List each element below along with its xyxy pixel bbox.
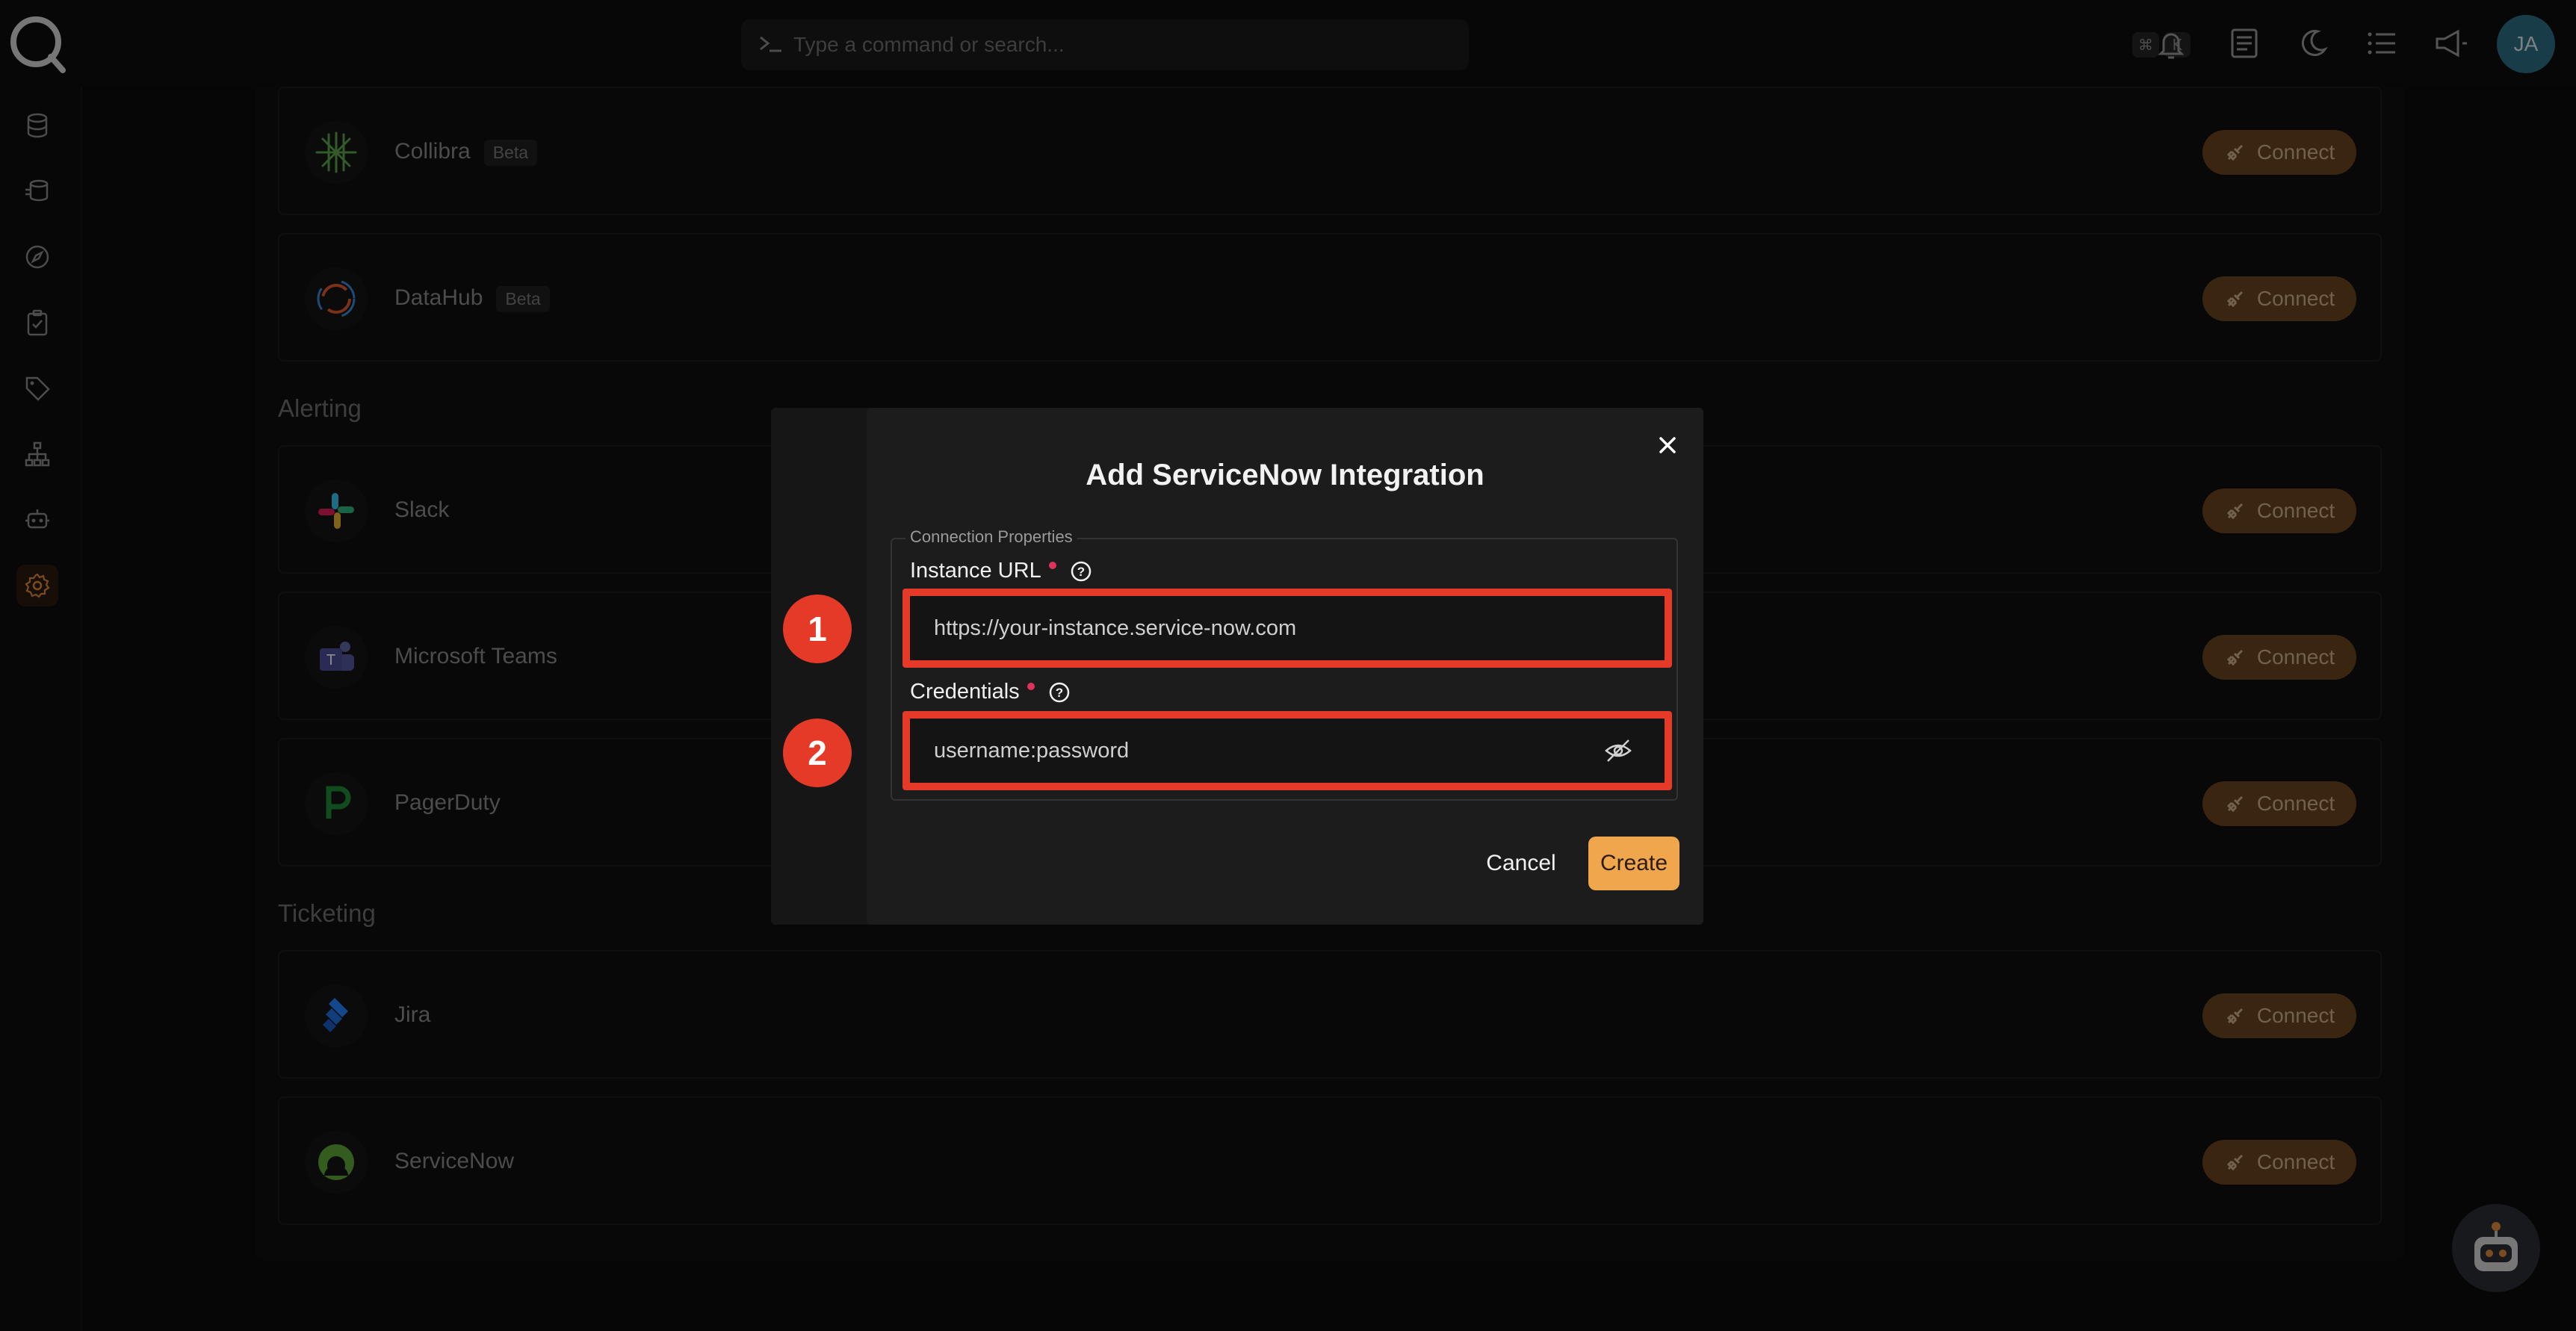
required-indicator	[1027, 683, 1035, 690]
svg-text:?: ?	[1056, 686, 1063, 700]
fieldset-legend: Connection Properties	[905, 527, 1077, 547]
instance-url-placeholder: https://your-instance.service-now.com	[934, 616, 1297, 640]
create-button[interactable]: Create	[1588, 837, 1679, 890]
instance-url-label: Instance URL ?	[910, 559, 1092, 583]
annotation-number-2: 2	[783, 719, 852, 787]
close-icon[interactable]	[1653, 430, 1682, 460]
annotation-number-1: 1	[783, 595, 852, 663]
credentials-label: Credentials ?	[910, 680, 1071, 704]
eye-off-icon[interactable]	[1603, 736, 1633, 766]
modal-title: Add ServiceNow Integration	[1086, 459, 1484, 491]
credentials-input[interactable]: username:password	[910, 719, 1665, 783]
cancel-button[interactable]: Cancel	[1482, 841, 1560, 886]
help-icon[interactable]: ?	[1070, 560, 1092, 583]
required-indicator	[1048, 562, 1056, 569]
svg-text:?: ?	[1077, 565, 1085, 579]
credentials-placeholder: username:password	[934, 739, 1130, 763]
help-icon[interactable]: ?	[1048, 681, 1071, 704]
instance-url-input[interactable]: https://your-instance.service-now.com	[910, 596, 1665, 660]
